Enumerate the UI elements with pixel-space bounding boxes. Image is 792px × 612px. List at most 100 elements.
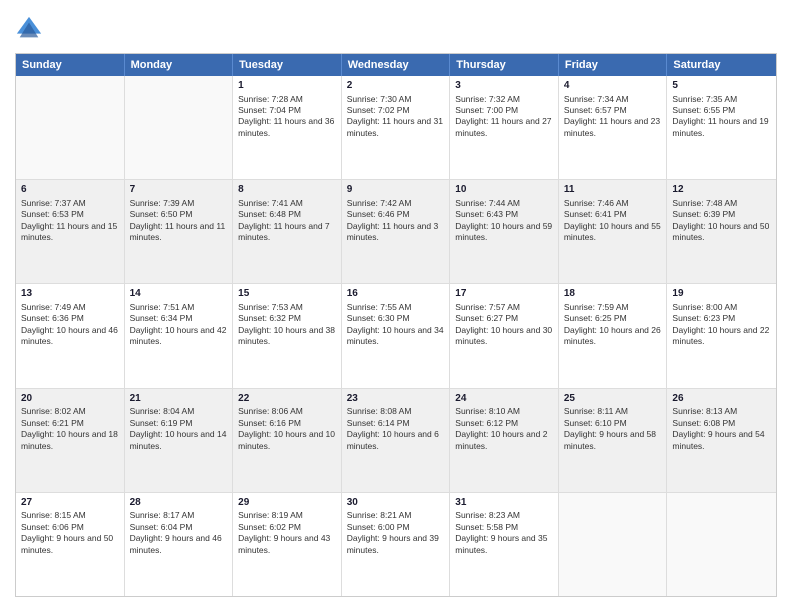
daylight-text: Daylight: 11 hours and 23 minutes.: [564, 116, 660, 137]
week-row-3: 13Sunrise: 7:49 AMSunset: 6:36 PMDayligh…: [16, 284, 776, 388]
day-number: 1: [238, 79, 336, 93]
calendar-cell: 15Sunrise: 7:53 AMSunset: 6:32 PMDayligh…: [233, 284, 342, 387]
sunrise-text: Sunrise: 8:06 AM: [238, 406, 303, 416]
header-day-wednesday: Wednesday: [342, 54, 451, 76]
day-number: 4: [564, 79, 662, 93]
daylight-text: Daylight: 9 hours and 58 minutes.: [564, 429, 656, 450]
calendar: SundayMondayTuesdayWednesdayThursdayFrid…: [15, 53, 777, 597]
header-day-sunday: Sunday: [16, 54, 125, 76]
sunset-text: Sunset: 6:12 PM: [455, 418, 518, 428]
calendar-cell: 31Sunrise: 8:23 AMSunset: 5:58 PMDayligh…: [450, 493, 559, 596]
daylight-text: Daylight: 9 hours and 43 minutes.: [238, 533, 330, 554]
sunset-text: Sunset: 6:23 PM: [672, 313, 735, 323]
sunrise-text: Sunrise: 8:15 AM: [21, 510, 86, 520]
sunrise-text: Sunrise: 7:41 AM: [238, 198, 303, 208]
daylight-text: Daylight: 11 hours and 15 minutes.: [21, 221, 117, 242]
header-day-monday: Monday: [125, 54, 234, 76]
sunset-text: Sunset: 6:06 PM: [21, 522, 84, 532]
calendar-cell: 27Sunrise: 8:15 AMSunset: 6:06 PMDayligh…: [16, 493, 125, 596]
sunrise-text: Sunrise: 8:13 AM: [672, 406, 737, 416]
sunset-text: Sunset: 6:19 PM: [130, 418, 193, 428]
calendar-body: 1Sunrise: 7:28 AMSunset: 7:04 PMDaylight…: [16, 76, 776, 596]
calendar-cell: 23Sunrise: 8:08 AMSunset: 6:14 PMDayligh…: [342, 389, 451, 492]
calendar-cell: 22Sunrise: 8:06 AMSunset: 6:16 PMDayligh…: [233, 389, 342, 492]
daylight-text: Daylight: 10 hours and 46 minutes.: [21, 325, 118, 346]
sunset-text: Sunset: 6:53 PM: [21, 209, 84, 219]
daylight-text: Daylight: 10 hours and 14 minutes.: [130, 429, 227, 450]
day-number: 15: [238, 287, 336, 301]
sunrise-text: Sunrise: 8:11 AM: [564, 406, 628, 416]
sunrise-text: Sunrise: 7:57 AM: [455, 302, 520, 312]
day-number: 20: [21, 392, 119, 406]
sunset-text: Sunset: 6:10 PM: [564, 418, 627, 428]
sunrise-text: Sunrise: 7:53 AM: [238, 302, 303, 312]
sunset-text: Sunset: 6:21 PM: [21, 418, 84, 428]
daylight-text: Daylight: 10 hours and 42 minutes.: [130, 325, 227, 346]
day-number: 7: [130, 183, 228, 197]
sunrise-text: Sunrise: 8:17 AM: [130, 510, 195, 520]
sunrise-text: Sunrise: 7:42 AM: [347, 198, 412, 208]
daylight-text: Daylight: 10 hours and 22 minutes.: [672, 325, 769, 346]
day-number: 11: [564, 183, 662, 197]
sunrise-text: Sunrise: 8:04 AM: [130, 406, 195, 416]
sunset-text: Sunset: 6:08 PM: [672, 418, 735, 428]
day-number: 25: [564, 392, 662, 406]
sunrise-text: Sunrise: 7:35 AM: [672, 94, 737, 104]
sunrise-text: Sunrise: 7:37 AM: [21, 198, 86, 208]
day-number: 28: [130, 496, 228, 510]
sunset-text: Sunset: 6:27 PM: [455, 313, 518, 323]
sunrise-text: Sunrise: 8:19 AM: [238, 510, 303, 520]
sunrise-text: Sunrise: 7:46 AM: [564, 198, 629, 208]
calendar-cell: 1Sunrise: 7:28 AMSunset: 7:04 PMDaylight…: [233, 76, 342, 179]
calendar-cell: 24Sunrise: 8:10 AMSunset: 6:12 PMDayligh…: [450, 389, 559, 492]
calendar-cell: [125, 76, 234, 179]
calendar-cell: 25Sunrise: 8:11 AM Sunset: 6:10 PMDayligh…: [559, 389, 668, 492]
daylight-text: Daylight: 10 hours and 34 minutes.: [347, 325, 444, 346]
calendar-cell: 12Sunrise: 7:48 AMSunset: 6:39 PMDayligh…: [667, 180, 776, 283]
sunset-text: Sunset: 6:16 PM: [238, 418, 301, 428]
calendar-cell: 18Sunrise: 7:59 AMSunset: 6:25 PMDayligh…: [559, 284, 668, 387]
day-number: 13: [21, 287, 119, 301]
week-row-5: 27Sunrise: 8:15 AM Sunset: 6:06 PM Dayligh…: [16, 493, 776, 596]
sunrise-text: Sunrise: 7:32 AM: [455, 94, 520, 104]
header-day-tuesday: Tuesday: [233, 54, 342, 76]
sunset-text: Sunset: 6:25 PM: [564, 313, 627, 323]
daylight-text: Daylight: 10 hours and 26 minutes.: [564, 325, 661, 346]
sunrise-text: Sunrise: 7:59 AM: [564, 302, 629, 312]
day-number: 16: [347, 287, 445, 301]
sunrise-text: Sunrise: 8:00 AM: [672, 302, 737, 312]
header-day-saturday: Saturday: [667, 54, 776, 76]
sunset-text: Sunset: 6:00 PM: [347, 522, 410, 532]
daylight-text: Daylight: 11 hours and 19 minutes.: [672, 116, 768, 137]
sunrise-text: Sunrise: 8:21 AM: [347, 510, 412, 520]
daylight-text: Daylight: 10 hours and 59 minutes.: [455, 221, 552, 242]
calendar-header: SundayMondayTuesdayWednesdayThursdayFrid…: [16, 54, 776, 76]
day-number: 17: [455, 287, 553, 301]
sunset-text: Sunset: 6:32 PM: [238, 313, 301, 323]
header-day-friday: Friday: [559, 54, 668, 76]
daylight-text: Daylight: 11 hours and 7 minutes.: [238, 221, 330, 242]
daylight-text: Daylight: 11 hours and 36 minutes.: [238, 116, 334, 137]
calendar-cell: 11Sunrise: 7:46 AMSunset: 6:41 PMDayligh…: [559, 180, 668, 283]
sunset-text: Sunset: 6:46 PM: [347, 209, 410, 219]
day-number: 31: [455, 496, 553, 510]
day-number: 27: [21, 496, 119, 510]
sunset-text: Sunset: 6:39 PM: [672, 209, 735, 219]
daylight-text: Daylight: 10 hours and 10 minutes.: [238, 429, 335, 450]
daylight-text: Daylight: 10 hours and 18 minutes.: [21, 429, 118, 450]
day-number: 5: [672, 79, 771, 93]
day-number: 12: [672, 183, 771, 197]
sunset-text: Sunset: 6:57 PM: [564, 105, 627, 115]
sunset-text: Sunset: 7:02 PM: [347, 105, 410, 115]
calendar-cell: 17Sunrise: 7:57 AMSunset: 6:27 PMDayligh…: [450, 284, 559, 387]
calendar-cell: 6Sunrise: 7:37 AMSunset: 6:53 PMDaylight…: [16, 180, 125, 283]
sunset-text: Sunset: 5:58 PM: [455, 522, 518, 532]
header-day-thursday: Thursday: [450, 54, 559, 76]
sunset-text: Sunset: 6:43 PM: [455, 209, 518, 219]
sunset-text: Sunset: 6:34 PM: [130, 313, 193, 323]
calendar-cell: 14Sunrise: 7:51 AMSunset: 6:34 PMDayligh…: [125, 284, 234, 387]
sunset-text: Sunset: 7:04 PM: [238, 105, 301, 115]
sunrise-text: Sunrise: 7:48 AM: [672, 198, 737, 208]
daylight-text: Daylight: 9 hours and 54 minutes.: [672, 429, 764, 450]
sunset-text: Sunset: 6:41 PM: [564, 209, 627, 219]
